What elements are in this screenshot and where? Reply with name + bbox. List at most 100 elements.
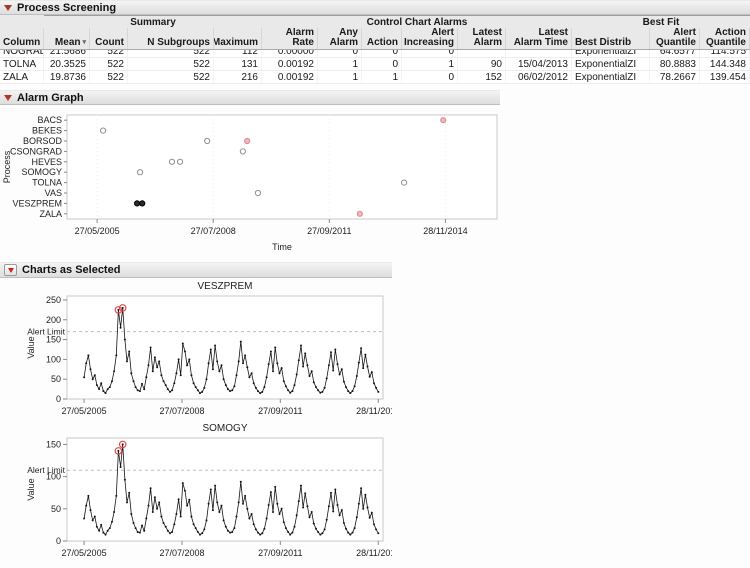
axis-text: 27/09/2011 <box>258 406 302 416</box>
table-cell: ExponentialZI <box>572 50 650 57</box>
table-cell: 0 <box>362 50 402 57</box>
group-header-control-chart-alarms: Control Chart Alarms <box>262 15 572 28</box>
column-header-column[interactable]: Column <box>0 28 44 49</box>
column-header-alarm-rate[interactable]: Alarm Rate <box>262 28 318 49</box>
disclosure-triangle-icon[interactable] <box>4 5 12 11</box>
table-cell: 522 <box>128 58 214 70</box>
table-cell: 152 <box>458 71 506 83</box>
line-chart-plot: SOMOGY050100150ValueAlert Limit27/05/200… <box>0 422 392 563</box>
axis-text: 50 <box>51 504 61 514</box>
axis-text: VAS <box>45 188 62 198</box>
axis-text: 27/09/2011 <box>307 226 351 236</box>
column-header-n-subgroups[interactable]: N Subgroups <box>128 28 214 49</box>
column-header-best-distrib[interactable]: Best Distrib <box>572 28 650 49</box>
group-header-blank <box>0 15 44 28</box>
table-row-nograd[interactable]: NOGRAD21.56865225221120.00000000Exponent… <box>0 50 750 58</box>
table-cell: 0.00192 <box>262 71 318 83</box>
table-cell <box>458 50 506 57</box>
axis-text: CSONGRAD <box>10 146 63 156</box>
column-header-latest-alarm[interactable]: Latest Alarm <box>458 28 506 49</box>
table-cell: 80.8883 <box>650 58 700 70</box>
alarm-point-alert[interactable] <box>357 211 362 216</box>
alert-limit-label: Alert Limit <box>27 327 65 337</box>
axis-text: BORSOD <box>23 136 63 146</box>
disclosure-triangle-icon[interactable] <box>4 95 12 101</box>
group-header-summary: Summary <box>44 15 262 28</box>
column-header-mean[interactable]: Mean▾ <box>44 28 90 49</box>
column-header-latest-alarm-time[interactable]: Latest Alarm Time <box>506 28 572 49</box>
axis-text: 27/07/2008 <box>191 226 236 236</box>
axis-text: 27/09/2011 <box>258 548 302 558</box>
red-triangle-icon <box>8 268 14 273</box>
chart-title: VESZPREM <box>197 281 252 292</box>
table-cell: 0 <box>402 50 458 57</box>
process-screening-window: Process Screening SummaryControl Chart A… <box>0 0 750 563</box>
table-cell: 0 <box>402 71 458 83</box>
clipped-row-wrapper: NOGRAD21.56865225221120.00000000Exponent… <box>0 50 750 58</box>
table-cell: 0 <box>362 58 402 70</box>
table-cell: 522 <box>90 71 128 83</box>
alert-limit-label: Alert Limit <box>27 465 65 475</box>
chart-veszprem: VESZPREM050100150200250ValueAlert Limit2… <box>0 280 392 426</box>
axis-text: 0 <box>56 394 61 404</box>
axis-text: 0 <box>56 536 61 546</box>
table-cell: 144.348 <box>700 58 750 70</box>
column-header-alert-quantile[interactable]: Alert Quantile <box>650 28 700 49</box>
alarm-point-alert[interactable] <box>441 118 446 123</box>
table-cell: 15/04/2013 <box>506 58 572 70</box>
alarm-graph-plot: 27/05/200527/07/200827/09/201128/11/2014… <box>0 105 500 257</box>
red-triangle-menu-button[interactable] <box>4 264 17 276</box>
table-cell: ExponentialZI <box>572 58 650 70</box>
table-cell: 64.6577 <box>650 50 700 57</box>
table-cell: 522 <box>128 50 214 57</box>
column-header-alert-increasing[interactable]: Alert Increasing <box>402 28 458 49</box>
column-header-count[interactable]: Count <box>90 28 128 49</box>
table-cell: 112 <box>214 50 262 57</box>
column-header-any-alarm[interactable]: Any Alarm <box>318 28 362 49</box>
axis-text: TOLNA <box>32 178 62 188</box>
axis-text: 27/05/2005 <box>62 406 107 416</box>
column-header-maximum[interactable]: Maximum <box>214 28 262 49</box>
table-cell: 06/02/2012 <box>506 71 572 83</box>
screening-table[interactable]: SummaryControl Chart AlarmsBest FitColum… <box>0 15 750 84</box>
axis-text: VESZPREM <box>12 198 62 208</box>
table-cell: 216 <box>214 71 262 83</box>
axis-text: 27/05/2005 <box>75 226 120 236</box>
alarm-point-selected[interactable] <box>140 201 145 206</box>
alarm-point-selected[interactable] <box>134 201 139 206</box>
section-header-charts-as-selected[interactable]: Charts as Selected <box>0 262 392 278</box>
table-cell: 21.5686 <box>44 50 90 57</box>
table-row-tolna[interactable]: TOLNA20.35255225221310.001921019015/04/2… <box>0 58 750 71</box>
table-cell: 0.00000 <box>262 50 318 57</box>
alarm-point-alert[interactable] <box>245 138 250 143</box>
axis-text: Process <box>2 150 12 183</box>
section-title-alarm-graph: Alarm Graph <box>17 92 84 104</box>
table-cell: 78.2667 <box>650 71 700 83</box>
axis-text: ZALA <box>39 209 62 219</box>
table-cell: 0 <box>318 50 362 57</box>
table-cell: ZALA <box>0 71 44 83</box>
table-cell <box>506 50 572 57</box>
table-cell: 90 <box>458 58 506 70</box>
table-cell: 0.00192 <box>262 58 318 70</box>
table-row-zala[interactable]: ZALA19.87365225222160.0019211015206/02/2… <box>0 71 750 84</box>
axis-text: HEVES <box>31 157 62 167</box>
section-header-alarm-graph[interactable]: Alarm Graph <box>0 90 500 105</box>
table-cell: 1 <box>318 71 362 83</box>
section-title-charts-as-selected: Charts as Selected <box>22 264 120 276</box>
chart-title: SOMOGY <box>202 423 247 434</box>
table-cell: ExponentialZI <box>572 71 650 83</box>
axis-text: 50 <box>51 374 61 384</box>
table-cell: 522 <box>90 58 128 70</box>
table-cell: 1 <box>402 58 458 70</box>
axis-text: SOMOGY <box>21 167 62 177</box>
axis-text: BACS <box>37 115 62 125</box>
column-header-action-quantile[interactable]: Action Quantile <box>700 28 750 49</box>
section-header-process-screening[interactable]: Process Screening <box>0 0 750 15</box>
axis-text: Value <box>26 336 36 358</box>
axis-text: Time <box>272 242 292 252</box>
column-header-action[interactable]: Action <box>362 28 402 49</box>
chart-somogy: SOMOGY050100150ValueAlert Limit27/05/200… <box>0 422 392 568</box>
table-cell: 114.575 <box>700 50 750 57</box>
sort-caret-icon: ▾ <box>82 38 86 48</box>
